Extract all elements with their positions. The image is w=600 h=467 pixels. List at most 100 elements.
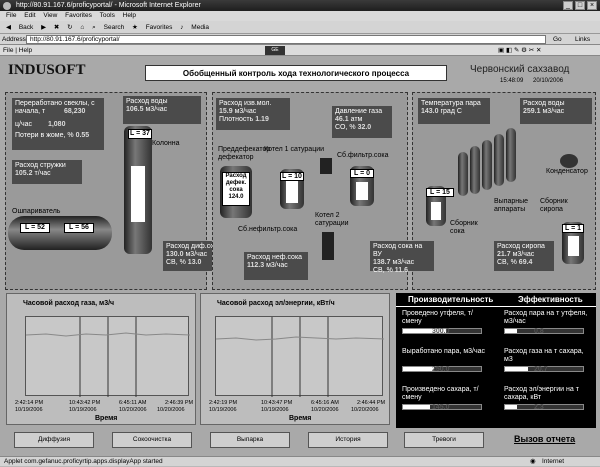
menu-file[interactable]: File <box>6 12 16 19</box>
gas-time-1: 10:43:42 PM <box>69 400 101 406</box>
browser-toolbar: ◀ Back ▶ ✖ ↻ ⌂ ⌕ Search ★ Favorites ♪ Me… <box>0 21 600 34</box>
close-button[interactable]: × <box>587 1 597 10</box>
purification-button[interactable]: Сокоочистка <box>112 432 192 448</box>
sat2-label: Котел 2 сатурации <box>315 212 349 227</box>
steam-temp-unit: град С <box>440 108 462 115</box>
loss-value: 0.55 <box>75 132 90 139</box>
kpi-eff-bar-0 <box>504 328 584 334</box>
menu-edit[interactable]: Edit <box>24 12 35 19</box>
gas-value: 46.1 <box>335 116 349 123</box>
water2-label: Расход воды <box>523 100 565 107</box>
vu-value: 138.7 <box>373 259 391 266</box>
sb-nefilt-label: Сб.нефильтр.сока <box>238 226 298 233</box>
filter-icon <box>320 158 332 174</box>
water-value: 106.5 <box>126 106 144 113</box>
chips-value: 105.2 <box>15 170 33 177</box>
diff-unit: м3/час <box>185 251 208 258</box>
kpi-prod-value-0: 300.0 <box>432 328 450 335</box>
lime-milk-box: Расход изв.мол. 15.9 м3/час Плотность 1.… <box>216 98 290 130</box>
nef-label: Расход неф.сока <box>247 254 303 261</box>
processed-label: Переработано свеклы, с начала, т <box>15 100 95 115</box>
gas-trend-title: Часовой расход газа, м3/ч <box>23 300 115 307</box>
power-trend-plot[interactable] <box>215 316 385 397</box>
minimize-button[interactable]: _ <box>563 1 573 10</box>
nef-unit: м3/час <box>266 262 288 269</box>
alarms-button[interactable]: Тревоги <box>404 432 484 448</box>
home-icon[interactable]: ⌂ <box>80 24 84 31</box>
address-input[interactable]: http://80.91.167.6/proficyportal/ <box>26 35 546 44</box>
chips-unit: т/час <box>34 170 51 177</box>
sat1-label: Котел 1 сатурации <box>264 146 325 153</box>
kpi-divider <box>396 306 596 307</box>
co-value: 32.0 <box>357 124 372 131</box>
links-button[interactable]: Links <box>575 34 590 45</box>
kpi-eff-value-1: 20.7 <box>534 366 548 373</box>
stop-icon[interactable]: ✖ <box>54 24 59 31</box>
back-arrow-icon[interactable]: ◀ <box>6 24 11 31</box>
syrup-collector-label: Сборник сиропа <box>540 198 568 213</box>
diff-value: 130.0 <box>166 251 184 258</box>
perhour-label: ц/час <box>15 121 32 128</box>
sv2-label: СВ, % <box>373 267 393 274</box>
kpi-prod-bar-fill-1 <box>403 367 435 371</box>
defek-tank-value: 124.0 <box>228 194 244 200</box>
clock-date: 20/10/2006 <box>533 78 564 84</box>
gas-date-2: 10/20/2006 <box>119 407 147 413</box>
power-date-2: 10/20/2006 <box>311 407 339 413</box>
menu-view[interactable]: View <box>43 12 57 19</box>
search-button[interactable]: Search <box>104 24 125 31</box>
kpi-eff-bar-fill-2 <box>505 405 517 409</box>
menu-tools[interactable]: Tools <box>100 12 115 19</box>
filtered-level-bar <box>356 182 368 200</box>
gas-time-0: 2:42:14 PM <box>15 400 44 406</box>
water2-flow-box: Расход воды 259.1 м3/час <box>520 98 592 124</box>
nef-value: 112.3 <box>247 262 265 269</box>
vu-unit: м3/час <box>392 259 415 266</box>
menu-help[interactable]: Help <box>123 12 136 19</box>
syrup-level: L = 1 <box>562 224 584 233</box>
sat2-vessel <box>322 232 334 260</box>
condenser-label: Конденсатор <box>546 168 588 175</box>
steam-temp-label: Температура пара <box>421 100 481 107</box>
app-file-help[interactable]: File | Help <box>3 47 32 54</box>
maximize-button[interactable]: □ <box>575 1 585 10</box>
go-button[interactable]: Go <box>553 34 562 45</box>
gas-pressure-box: Давление газа 46.1 атм CO, % 32.0 <box>332 106 392 138</box>
report-link[interactable]: Вызов отчета <box>514 434 575 444</box>
kpi-prod-label-1: Выработано пара, м3/час <box>402 348 486 355</box>
syrup-level-bar <box>567 236 579 256</box>
refresh-icon[interactable]: ↻ <box>67 24 72 31</box>
water2-value: 259.1 <box>523 108 541 115</box>
ge-logo-icon: GE <box>265 46 285 55</box>
menu-favorites[interactable]: Favorites <box>65 12 92 19</box>
power-date-0: 10/19/2006 <box>209 407 237 413</box>
unfiltered-juice-box: Расход неф.сока 112.3 м3/час <box>244 252 308 280</box>
favorites-button[interactable]: Favorites <box>146 24 173 31</box>
evaporator-bank <box>458 128 518 196</box>
evaporator-2 <box>470 146 480 194</box>
kpi-prod-label-0: Проведено утфеля, т/смену <box>402 310 473 325</box>
evaporator-4 <box>494 134 504 186</box>
syrup-unit: м3/час <box>512 251 535 258</box>
loss-label: Потери в жоме, % <box>15 132 74 139</box>
history-button[interactable]: История <box>308 432 388 448</box>
vu-label: Расход сока на ВУ <box>373 243 423 258</box>
scalder-level-1: L = 52 <box>20 223 50 233</box>
diffusion-button[interactable]: Диффузия <box>14 432 94 448</box>
ie-logo-icon <box>3 2 11 10</box>
back-button[interactable]: Back <box>19 24 33 31</box>
evaporator-5 <box>506 128 516 182</box>
forward-arrow-icon[interactable]: ▶ <box>41 24 46 31</box>
gas-axis-label: Время <box>95 415 118 422</box>
media-button[interactable]: Media <box>191 24 209 31</box>
evaporation-button[interactable]: Выпарка <box>210 432 290 448</box>
power-time-1: 10:43:47 PM <box>261 400 293 406</box>
lime-value: 15.9 <box>219 108 233 115</box>
plant-name: Червонский сахзавод <box>470 64 570 75</box>
gas-label: Давление газа <box>335 108 383 115</box>
gas-trend-plot[interactable] <box>25 316 191 397</box>
kpi-productivity-title: Производительность <box>408 295 494 304</box>
kpi-prod-value-2: 145.0 <box>432 404 450 411</box>
beet-processed-box: Переработано свеклы, с начала, т 68,230 … <box>12 98 104 150</box>
column-label: Колонна <box>152 140 180 147</box>
